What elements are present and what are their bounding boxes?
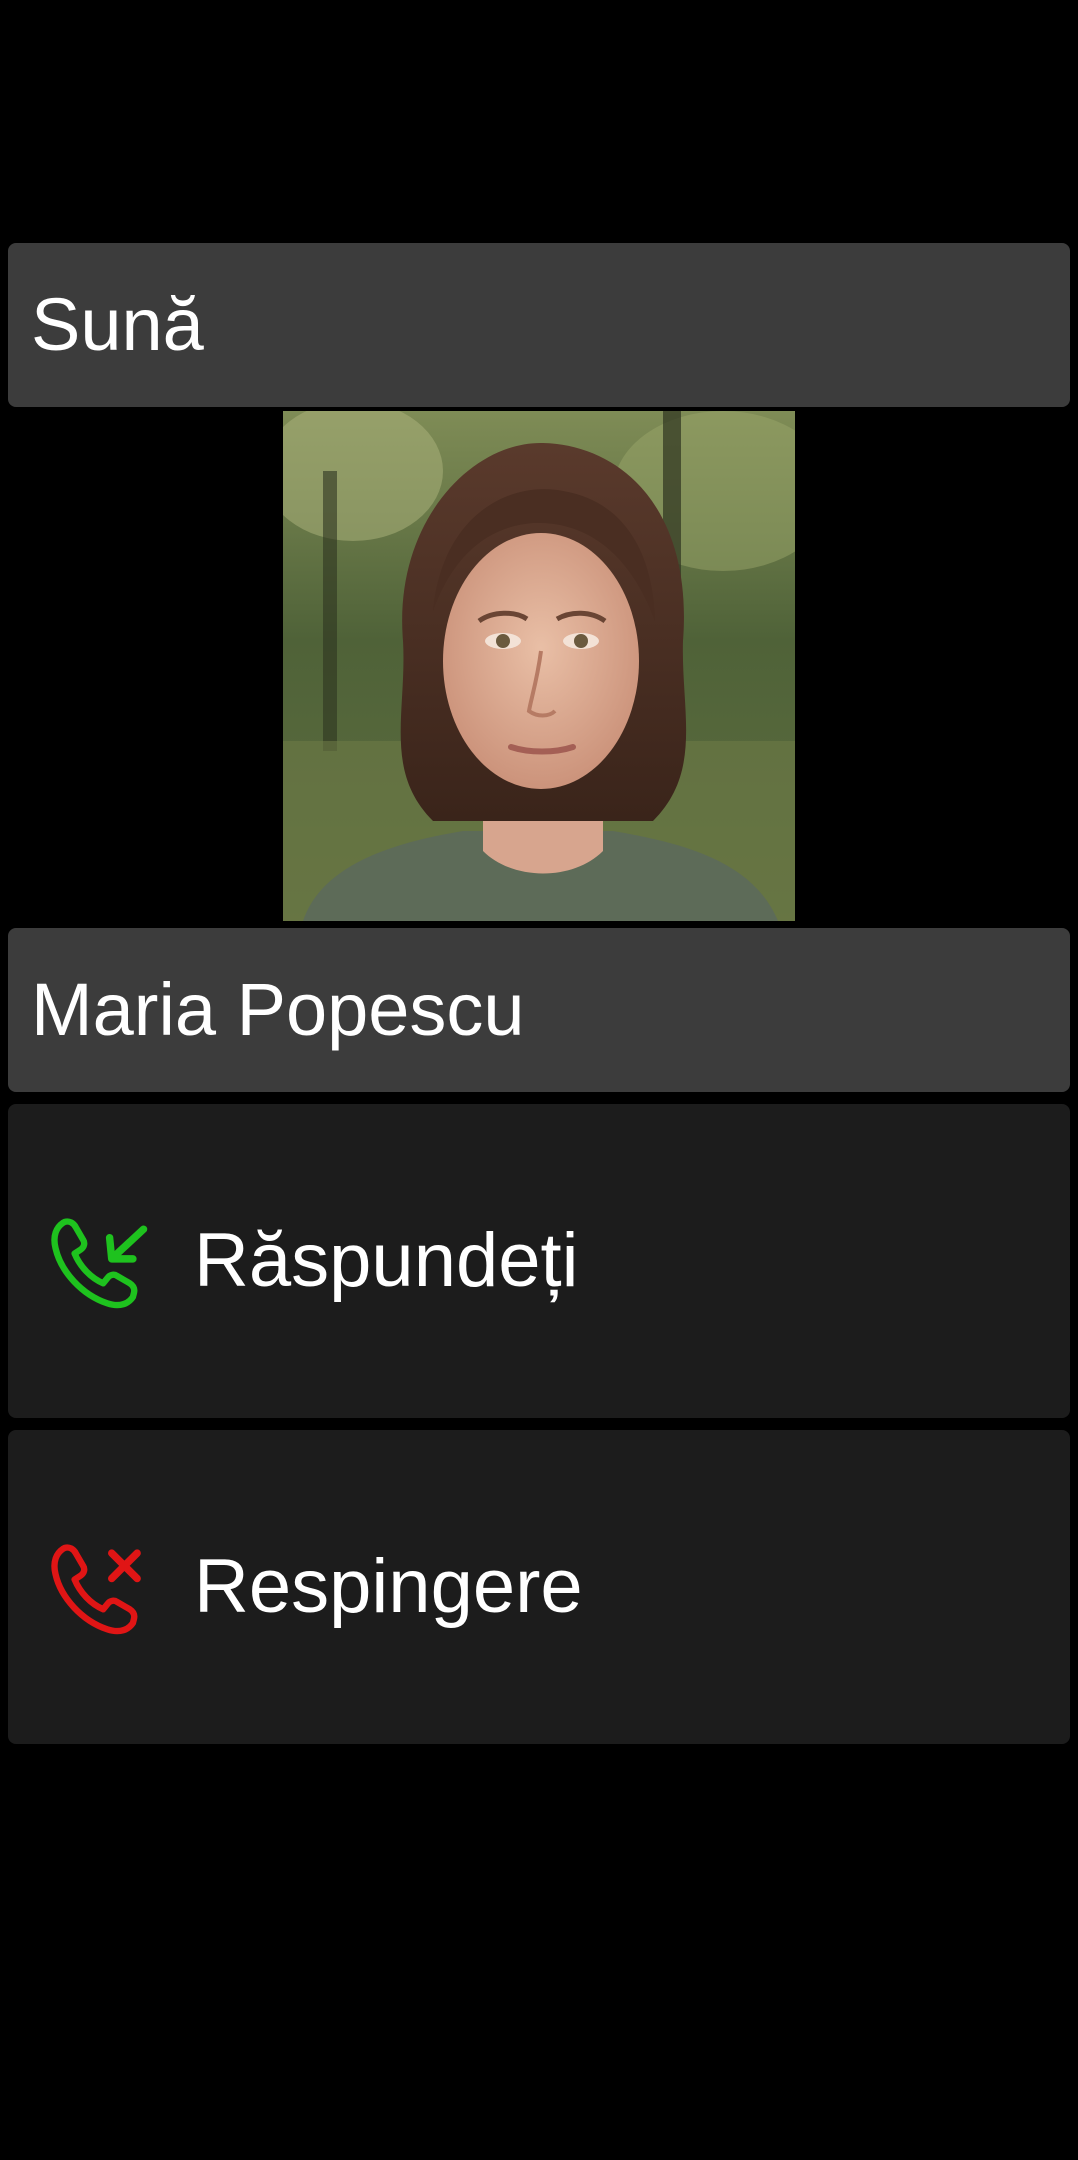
caller-name-bar: Maria Popescu xyxy=(8,928,1070,1092)
reject-call-label: Respingere xyxy=(194,1544,583,1629)
reject-call-button[interactable]: Respingere xyxy=(8,1430,1070,1744)
incoming-call-icon xyxy=(46,1208,152,1314)
call-status-bar: Sună xyxy=(8,243,1070,407)
call-status-label: Sună xyxy=(31,283,204,366)
answer-call-label: Răspundeți xyxy=(194,1218,579,1303)
call-reject-icon xyxy=(46,1534,152,1640)
caller-photo xyxy=(283,411,795,921)
caller-name: Maria Popescu xyxy=(31,968,525,1051)
answer-call-button[interactable]: Răspundeți xyxy=(8,1104,1070,1418)
